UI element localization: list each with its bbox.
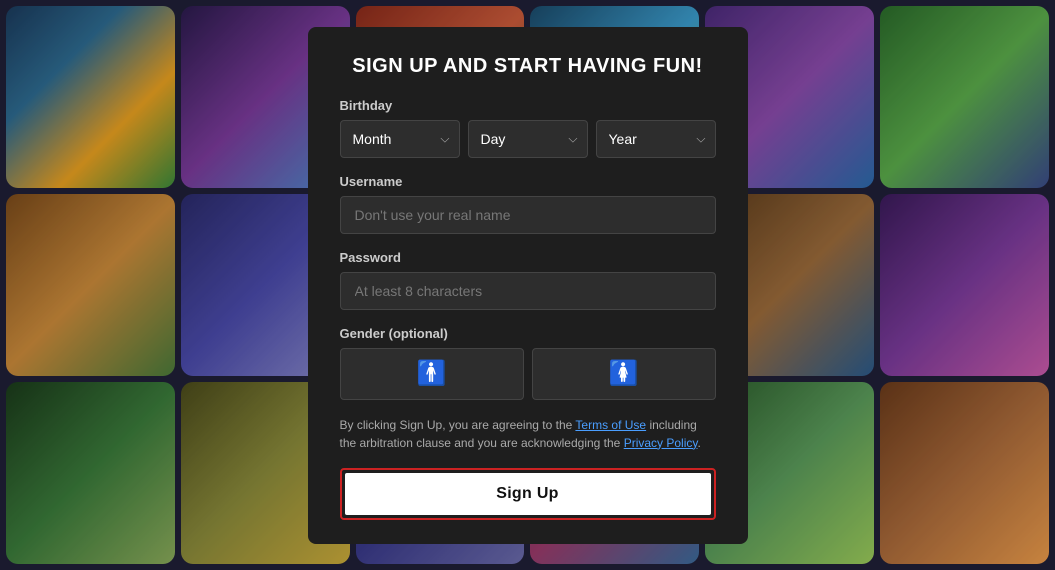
password-section: Password bbox=[340, 250, 716, 310]
month-select-wrapper: MonthJanuaryFebruaryMarchAprilMayJuneJul… bbox=[340, 120, 460, 158]
terms-before-text: By clicking Sign Up, you are agreeing to… bbox=[340, 418, 576, 432]
gender-section: Gender (optional) 🚹 🚺 bbox=[340, 326, 716, 400]
terms-text: By clicking Sign Up, you are agreeing to… bbox=[340, 416, 716, 452]
signup-button-wrapper: Sign Up bbox=[340, 468, 716, 520]
male-gender-button[interactable]: 🚹 bbox=[340, 348, 524, 400]
year-select[interactable]: Year202620252024202320222021202020192018… bbox=[596, 120, 716, 158]
password-input[interactable] bbox=[340, 272, 716, 310]
female-gender-button[interactable]: 🚺 bbox=[532, 348, 716, 400]
female-icon: 🚺 bbox=[609, 359, 639, 388]
day-select-wrapper: Day1234567891011121314151617181920212223… bbox=[468, 120, 588, 158]
username-label: Username bbox=[340, 174, 716, 189]
username-input[interactable] bbox=[340, 196, 716, 234]
birthday-row: MonthJanuaryFebruaryMarchAprilMayJuneJul… bbox=[340, 120, 716, 158]
month-select[interactable]: MonthJanuaryFebruaryMarchAprilMayJuneJul… bbox=[340, 120, 460, 158]
username-section: Username bbox=[340, 174, 716, 234]
gender-row: 🚹 🚺 bbox=[340, 348, 716, 400]
signup-modal: SIGN UP AND START HAVING FUN! Birthday M… bbox=[308, 27, 748, 544]
birthday-label: Birthday bbox=[340, 98, 716, 113]
password-label: Password bbox=[340, 250, 716, 265]
year-select-wrapper: Year202620252024202320222021202020192018… bbox=[596, 120, 716, 158]
male-icon: 🚹 bbox=[417, 359, 447, 388]
day-select[interactable]: Day1234567891011121314151617181920212223… bbox=[468, 120, 588, 158]
modal-title: SIGN UP AND START HAVING FUN! bbox=[340, 55, 716, 78]
modal-overlay: SIGN UP AND START HAVING FUN! Birthday M… bbox=[0, 0, 1055, 570]
privacy-policy-link[interactable]: Privacy Policy bbox=[624, 436, 698, 450]
signup-button[interactable]: Sign Up bbox=[345, 473, 711, 515]
terms-end-text: . bbox=[697, 436, 700, 450]
birthday-section: Birthday MonthJanuaryFebruaryMarchAprilM… bbox=[340, 98, 716, 158]
gender-label: Gender (optional) bbox=[340, 326, 716, 341]
terms-of-use-link[interactable]: Terms of Use bbox=[575, 418, 646, 432]
